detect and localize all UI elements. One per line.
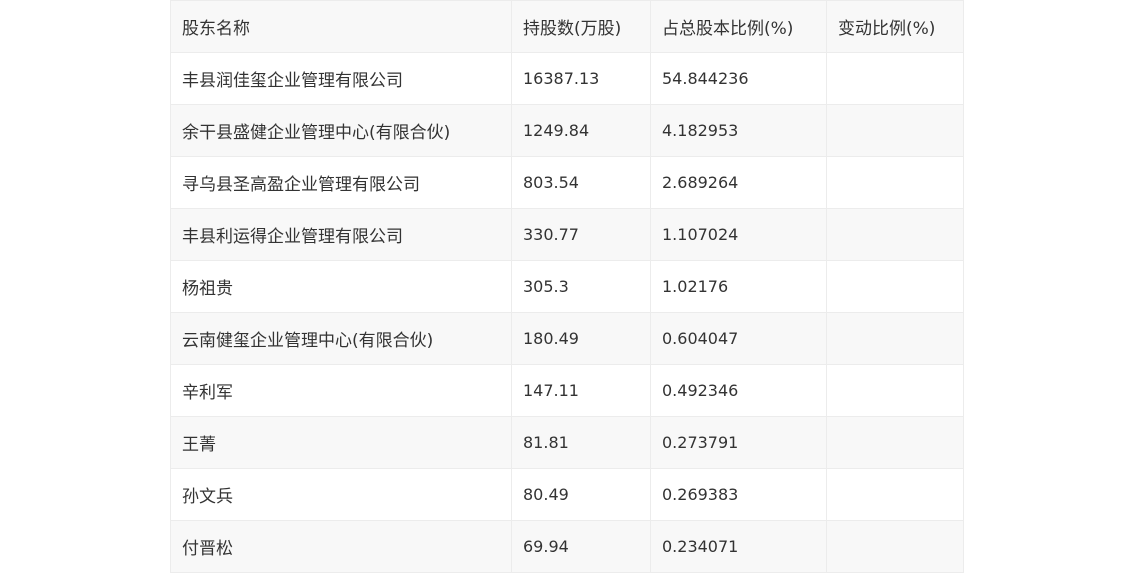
cell-shareholder-name: 丰县利运得企业管理有限公司 xyxy=(170,208,512,261)
cell-share-ratio: 1.02176 xyxy=(650,260,827,313)
cell-shares-held: 16387.13 xyxy=(511,52,651,105)
cell-shares-held: 330.77 xyxy=(511,208,651,261)
cell-shares-held: 69.94 xyxy=(511,520,651,573)
cell-shareholder-name: 寻乌县圣高盈企业管理有限公司 xyxy=(170,156,512,209)
table-row: 杨祖贵 305.3 1.02176 xyxy=(170,260,964,313)
cell-shares-held: 180.49 xyxy=(511,312,651,365)
cell-shares-held: 81.81 xyxy=(511,416,651,469)
cell-share-ratio: 0.492346 xyxy=(650,364,827,417)
cell-change-ratio xyxy=(826,156,964,209)
shareholder-table: 股东名称 持股数(万股) 占总股本比例(%) 变动比例(%) 丰县润佳玺企业管理… xyxy=(170,0,964,573)
cell-change-ratio xyxy=(826,416,964,469)
cell-shareholder-name: 云南健玺企业管理中心(有限合伙) xyxy=(170,312,512,365)
cell-shareholder-name: 余干县盛健企业管理中心(有限合伙) xyxy=(170,104,512,157)
cell-shareholder-name: 王菁 xyxy=(170,416,512,469)
cell-change-ratio xyxy=(826,520,964,573)
cell-shareholder-name: 付晋松 xyxy=(170,520,512,573)
cell-shares-held: 80.49 xyxy=(511,468,651,521)
cell-shares-held: 147.11 xyxy=(511,364,651,417)
cell-shares-held: 803.54 xyxy=(511,156,651,209)
header-shareholder-name: 股东名称 xyxy=(170,0,512,53)
cell-change-ratio xyxy=(826,260,964,313)
cell-change-ratio xyxy=(826,468,964,521)
cell-shareholder-name: 丰县润佳玺企业管理有限公司 xyxy=(170,52,512,105)
cell-change-ratio xyxy=(826,312,964,365)
shareholder-table-container: 股东名称 持股数(万股) 占总股本比例(%) 变动比例(%) 丰县润佳玺企业管理… xyxy=(170,0,964,573)
cell-shareholder-name: 辛利军 xyxy=(170,364,512,417)
cell-share-ratio: 1.107024 xyxy=(650,208,827,261)
table-row: 付晋松 69.94 0.234071 xyxy=(170,520,964,573)
cell-shareholder-name: 杨祖贵 xyxy=(170,260,512,313)
table-header-row: 股东名称 持股数(万股) 占总股本比例(%) 变动比例(%) xyxy=(170,0,964,53)
cell-shares-held: 305.3 xyxy=(511,260,651,313)
table-row: 王菁 81.81 0.273791 xyxy=(170,416,964,469)
cell-share-ratio: 0.273791 xyxy=(650,416,827,469)
cell-share-ratio: 0.234071 xyxy=(650,520,827,573)
cell-change-ratio xyxy=(826,52,964,105)
cell-change-ratio xyxy=(826,208,964,261)
table-row: 寻乌县圣高盈企业管理有限公司 803.54 2.689264 xyxy=(170,156,964,209)
cell-shareholder-name: 孙文兵 xyxy=(170,468,512,521)
cell-change-ratio xyxy=(826,104,964,157)
cell-share-ratio: 0.604047 xyxy=(650,312,827,365)
header-shares-held: 持股数(万股) xyxy=(511,0,651,53)
table-row: 孙文兵 80.49 0.269383 xyxy=(170,468,964,521)
table-row: 辛利军 147.11 0.492346 xyxy=(170,364,964,417)
table-row: 丰县润佳玺企业管理有限公司 16387.13 54.844236 xyxy=(170,52,964,105)
cell-share-ratio: 4.182953 xyxy=(650,104,827,157)
header-share-ratio: 占总股本比例(%) xyxy=(650,0,827,53)
cell-change-ratio xyxy=(826,364,964,417)
table-row: 丰县利运得企业管理有限公司 330.77 1.107024 xyxy=(170,208,964,261)
table-row: 余干县盛健企业管理中心(有限合伙) 1249.84 4.182953 xyxy=(170,104,964,157)
header-change-ratio: 变动比例(%) xyxy=(826,0,964,53)
cell-shares-held: 1249.84 xyxy=(511,104,651,157)
cell-share-ratio: 0.269383 xyxy=(650,468,827,521)
table-row: 云南健玺企业管理中心(有限合伙) 180.49 0.604047 xyxy=(170,312,964,365)
cell-share-ratio: 54.844236 xyxy=(650,52,827,105)
cell-share-ratio: 2.689264 xyxy=(650,156,827,209)
